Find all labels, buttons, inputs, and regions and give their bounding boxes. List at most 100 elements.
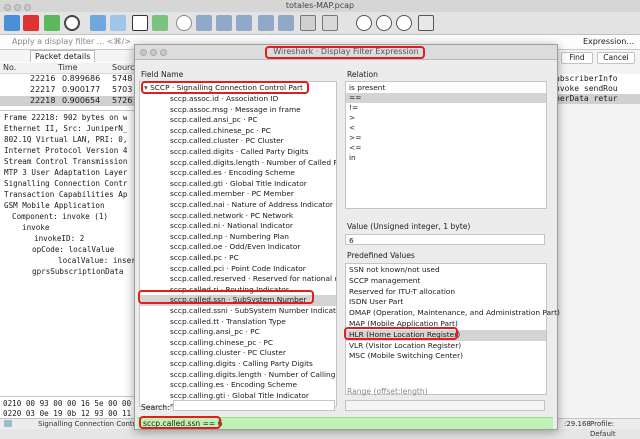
field-item[interactable]: sccp.calling.digits · Calling Party Digi… <box>140 359 336 370</box>
tree-item[interactable]: Internet Protocol Version 4 <box>4 145 127 156</box>
field-item[interactable]: sccp.called.cluster · PC Cluster <box>140 136 336 147</box>
tree-item[interactable]: Signalling Connection Contr <box>4 178 127 189</box>
go-back-arrow-icon[interactable] <box>196 15 212 31</box>
field-item[interactable]: sccp.assoc.msg · Message in frame <box>140 105 336 116</box>
field-item[interactable]: sccp.called.es · Encoding Scheme <box>140 168 336 179</box>
field-item[interactable]: sccp.assoc.id · Association ID <box>140 94 336 105</box>
go-to-packet-icon[interactable] <box>236 15 252 31</box>
zoom-in-icon[interactable] <box>356 15 372 31</box>
close-window-icon[interactable] <box>4 4 11 11</box>
field-item[interactable]: sccp.called.tt · Translation Type <box>140 317 336 328</box>
tree-item[interactable]: GSM Mobile Application <box>4 200 105 211</box>
last-packet-icon[interactable] <box>278 15 294 31</box>
range-input[interactable] <box>345 400 545 411</box>
packet-row[interactable]: 22217 0.900177 5703 <box>0 85 134 95</box>
predefined-value-item[interactable]: Reserved for ITU-T allocation <box>346 287 546 298</box>
go-forward-arrow-icon[interactable] <box>216 15 232 31</box>
field-item[interactable]: sccp.called.digits · Called Party Digits <box>140 147 336 158</box>
field-item[interactable]: sccp.called.network · PC Network <box>140 211 336 222</box>
stop-capture-icon[interactable] <box>23 15 39 31</box>
tree-item[interactable]: 802.1Q Virtual LAN, PRI: 0, <box>4 134 127 145</box>
field-item[interactable]: sccp.called.nai · Nature of Address Indi… <box>140 200 336 211</box>
close-file-icon[interactable] <box>132 15 148 31</box>
cancel-button[interactable]: Cancel <box>597 52 635 64</box>
predefined-value-item[interactable]: ISDN User Part <box>346 297 546 308</box>
field-item[interactable]: sccp.called.ansi_pc · PC <box>140 115 336 126</box>
tree-item[interactable]: Ethernet II, Src: JuniperN_ <box>4 123 127 134</box>
relation-item[interactable]: > <box>346 113 546 123</box>
tree-item[interactable]: invokeID: 2 <box>34 233 84 244</box>
zoom-out-icon[interactable] <box>376 15 392 31</box>
relation-item[interactable]: in <box>346 153 546 163</box>
tree-item[interactable]: Component: invoke (1) <box>12 211 108 222</box>
relation-item[interactable]: <= <box>346 143 546 153</box>
field-item[interactable]: sccp.calling.digits.length · Number of C… <box>140 370 336 381</box>
find-button[interactable]: Find <box>561 52 593 64</box>
predefined-value-item[interactable]: VLR (Visitor Location Register) <box>346 341 546 352</box>
minimize-window-icon[interactable] <box>14 4 21 11</box>
restart-capture-icon[interactable] <box>44 15 60 31</box>
first-packet-icon[interactable] <box>258 15 274 31</box>
resize-columns-icon[interactable] <box>418 15 434 31</box>
packet-row-selected[interactable]: 22218 0.900654 5726 <box>0 96 134 106</box>
tree-item[interactable]: localValue: inser <box>58 255 136 266</box>
packet-list-header: No. Time Sourc <box>0 63 134 74</box>
reload-icon[interactable] <box>152 15 168 31</box>
field-item[interactable]: sccp.called.chinese_pc · PC <box>140 126 336 137</box>
field-item[interactable]: sccp.called.ssni · SubSystem Number Indi… <box>140 306 336 317</box>
normal-size-icon[interactable] <box>396 15 412 31</box>
field-item[interactable]: sccp.called.ni · National Indicator <box>140 221 336 232</box>
packet-row[interactable]: 22216 0.899686 5748 <box>0 74 134 84</box>
zoom-window-icon[interactable] <box>24 4 31 11</box>
display-filter-input[interactable]: Apply a display filter ... <⌘/> <box>12 36 131 48</box>
tree-item[interactable]: MTP 3 User Adaptation Layer <box>4 167 127 178</box>
field-item[interactable]: sccp.calling.es · Encoding Scheme <box>140 380 336 391</box>
field-item[interactable]: sccp.called.gti · Global Title Indicator <box>140 179 336 190</box>
field-item[interactable]: sccp.called.pci · Point Code Indicator <box>140 264 336 275</box>
field-item[interactable]: sccp.calling.cluster · PC Cluster <box>140 348 336 359</box>
relation-item[interactable]: == <box>346 93 546 103</box>
tree-item[interactable]: Frame 22218: 902 bytes on w <box>4 112 127 123</box>
field-item[interactable]: sccp.called.member · PC Member <box>140 189 336 200</box>
field-item[interactable]: sccp.called.oe · Odd/Even Indicator <box>140 242 336 253</box>
title-highlight-box <box>265 46 425 59</box>
field-item[interactable]: sccp.called.pc · PC <box>140 253 336 264</box>
search-input[interactable] <box>173 400 335 411</box>
field-item[interactable]: sccp.calling.ansi_pc · PC <box>140 327 336 338</box>
predefined-value-item[interactable]: OMAP (Operation, Maintenance, and Admini… <box>346 308 560 319</box>
tree-item[interactable]: gprsSubscriptionData <box>32 266 123 277</box>
shark-fin-start-icon[interactable] <box>4 15 20 31</box>
predefined-highlight-box <box>344 327 458 340</box>
selected-field-highlight-box <box>138 290 314 304</box>
save-file-icon[interactable] <box>110 15 126 31</box>
predefined-value-item[interactable]: SCCP management <box>346 276 546 287</box>
packet-details-dropdown[interactable]: Packet details <box>30 50 96 62</box>
tree-item[interactable]: opCode: localValue <box>32 244 114 255</box>
tree-item[interactable]: Stream Control Transmission <box>4 156 127 167</box>
expression-button[interactable]: Expression... <box>583 36 634 48</box>
status-profile[interactable]: Profile: Default <box>590 419 640 439</box>
predefined-value-item[interactable]: MSC (Mobile Switching Center) <box>346 351 546 362</box>
relation-list[interactable]: is present == != > < >= <= in <box>345 81 547 209</box>
find-packet-icon[interactable] <box>176 15 192 31</box>
field-item[interactable]: sccp.called.np · Numbering Plan <box>140 232 336 243</box>
relation-item[interactable]: != <box>346 103 546 113</box>
open-folder-icon[interactable] <box>90 15 106 31</box>
field-name-tree[interactable]: ▾ SCCP · Signalling Connection Control P… <box>139 81 337 407</box>
capture-options-gear-icon[interactable] <box>64 15 80 31</box>
tree-item[interactable]: invoke <box>22 222 49 233</box>
relation-item[interactable]: is present <box>346 83 546 93</box>
relation-item[interactable]: < <box>346 123 546 133</box>
relation-item[interactable]: >= <box>346 133 546 143</box>
value-input[interactable]: 6 <box>345 234 545 245</box>
tree-item[interactable]: Transaction Capabilities Ap <box>4 189 127 200</box>
field-item[interactable]: sccp.called.digits.length · Number of Ca… <box>140 158 336 169</box>
field-item[interactable]: sccp.called.reserved · Reserved for nati… <box>140 274 336 285</box>
status-expert-icon[interactable] <box>4 420 12 427</box>
field-item[interactable]: sccp.calling.chinese_pc · PC <box>140 338 336 349</box>
predefined-value-item[interactable]: SSN not known/not used <box>346 265 546 276</box>
colorize-icon[interactable] <box>322 15 338 31</box>
value-label: Value (Unsigned integer, 1 byte) <box>347 222 471 231</box>
autoscroll-icon[interactable] <box>300 15 316 31</box>
packet-details-tree: Frame 22218: 902 bytes on w Ethernet II,… <box>0 110 136 397</box>
